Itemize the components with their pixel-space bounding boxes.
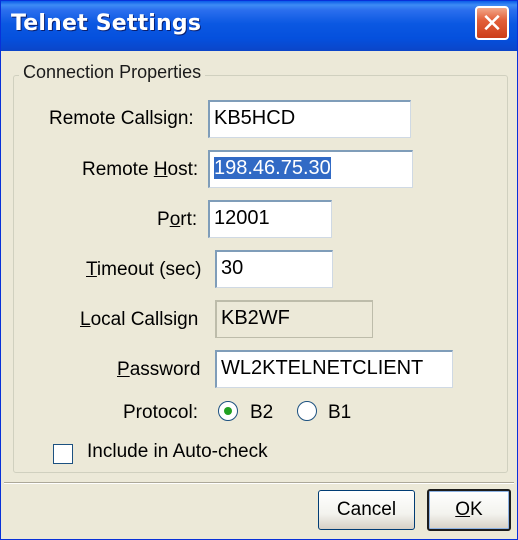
close-icon: ✕ [481,7,503,38]
protocol-b2-radio[interactable] [218,401,238,421]
local-callsign-label: Local Callsign [80,309,199,330]
close-button[interactable]: ✕ [475,6,509,40]
ok-button-label: OK [455,499,483,520]
remote-host-value: 198.46.75.30 [214,157,331,179]
group-legend: Connection Properties [19,62,206,83]
autocheck-checkbox[interactable] [53,444,73,464]
autocheck-label[interactable]: Include in Auto-check [87,441,268,463]
remote-host-input[interactable]: 198.46.75.30 [208,150,413,188]
protocol-b2-label: B2 [250,402,274,423]
password-label: Password [117,359,201,380]
divider [4,482,514,484]
port-input[interactable]: 12001 [208,200,332,238]
password-input[interactable]: WL2KTELNETCLIENT [215,350,453,388]
cancel-button-label: Cancel [336,499,397,520]
port-label: Port: [157,209,198,230]
telnet-settings-dialog: Telnet Settings ✕ Connection Properties … [0,0,518,540]
remote-callsign-input[interactable]: KB5HCD [208,100,411,138]
timeout-input[interactable]: 30 [215,250,333,288]
protocol-b1-radio[interactable] [297,401,317,421]
timeout-label: Timeout (sec) [86,259,202,280]
remote-callsign-label: Remote Callsign: [49,108,194,129]
protocol-label: Protocol: [123,402,198,423]
remote-host-label: Remote Host: [82,159,199,180]
title-bar[interactable]: Telnet Settings ✕ [1,1,517,51]
cancel-button[interactable]: Cancel [318,490,415,530]
protocol-b1-label: B1 [328,402,352,423]
local-callsign-field: KB2WF [215,300,373,338]
dialog-title: Telnet Settings [11,11,202,36]
ok-button[interactable]: OK [427,489,511,531]
